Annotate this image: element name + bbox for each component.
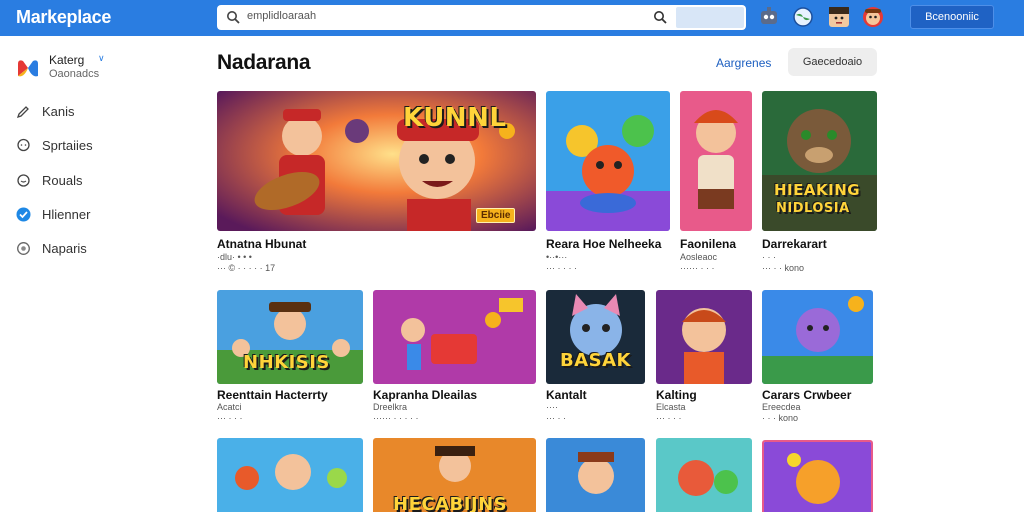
card-rating: ··· · · · [217,413,243,423]
card-title[interactable]: Kapranha Dleailas [373,388,477,402]
game-card[interactable]: HECABIJNS [373,438,536,512]
thumbnail-title-text: NHKISIS [243,352,330,373]
card-rating: ······ · · · · · [373,413,419,423]
card-meta: •··•··· [546,252,568,262]
chat-icon [17,138,30,152]
game-card[interactable]: Reara Hoe Nelheeka •··•··· ··· · · · · [546,91,670,273]
sign-in-button[interactable]: Bcenooniic [910,5,994,29]
game-thumbnail[interactable] [656,290,752,384]
robot-icon[interactable] [758,6,780,28]
card-title[interactable]: Reenttain Hacterrty [217,388,328,402]
search-suffix [676,7,744,28]
game-card[interactable]: Kapranha Dleailas Dreelkra ······ · · · … [373,290,536,424]
avatar-icon[interactable] [828,6,850,28]
game-card[interactable] [217,438,363,512]
sidebar-item-label: Rouals [42,173,83,188]
game-thumbnail[interactable] [656,438,752,512]
card-rating: ··· · · · [656,413,682,423]
card-title[interactable]: Kalting [656,388,697,402]
game-card[interactable] [656,438,752,512]
profile-subtitle: Oaonadcs [49,68,100,80]
globe-icon[interactable] [792,6,814,28]
game-thumbnail[interactable] [762,290,873,384]
game-thumbnail[interactable] [762,440,873,512]
search-icon [227,11,240,24]
card-rating: ··· © · · · · · 17 [217,263,276,273]
card-meta: Aosleaoc [680,252,718,262]
page-title: Nadarana [217,51,311,74]
card-meta: ·dlu· • • • [217,252,252,262]
game-thumbnail[interactable]: NHKISIS [217,290,363,384]
search-input[interactable]: emplidloaraah [247,10,316,22]
card-meta: Ereecdea [762,402,801,412]
search-box[interactable]: emplidloaraah [217,5,746,30]
game-card[interactable]: Faonilena Aosleaoc ······ · · · [680,91,752,273]
game-thumbnail[interactable]: BASAK [546,290,645,384]
search-submit-icon[interactable] [653,10,667,24]
game-thumbnail[interactable]: KUNNL Ebciie [217,91,536,231]
game-card[interactable]: HIEAKING NIDLOSIA Darrekarart · · · ··· … [762,91,877,273]
price-badge: Ebciie [476,208,516,223]
card-title[interactable]: Kantalt [546,388,587,402]
thumbnail-title-text: HIEAKING [774,181,861,199]
game-card[interactable]: Carars Crwbeer Ereecdea · · · kono [762,290,873,424]
card-meta: ···· [546,402,558,412]
check-circle-icon [16,207,31,222]
thumbnail-title-text: HECABIJNS [393,494,508,512]
sidebar-item-label: Hlienner [42,207,91,222]
card-title[interactable]: Atnatna Hbunat [217,237,306,251]
profile-name[interactable]: Katerg [49,53,84,67]
game-card[interactable]: Kalting Elcasta ··· · · · [656,290,752,424]
game-card[interactable] [546,438,645,512]
thumbnail-subtitle-text: NIDLOSIA [776,201,850,216]
card-rating: · · · kono [762,413,799,423]
top-bar: Markeplace emplidloaraah Bcenooniic [0,0,1024,36]
game-card[interactable]: KUNNL Ebciie Atnatna Hbunat ·dlu· • • • … [217,91,536,273]
sidebar-item-label: Sprtaiies [42,138,93,153]
game-thumbnail[interactable]: HECABIJNS [373,438,536,512]
card-meta: Elcasta [656,402,686,412]
game-thumbnail[interactable] [373,290,536,384]
card-title[interactable]: Reara Hoe Nelheeka [546,237,661,251]
mascot-icon[interactable] [862,6,884,28]
thumbnail-title-text: BASAK [560,350,631,371]
sidebar-item-label: Naparis [42,241,87,256]
message-icon [17,174,30,187]
card-meta: · · · [762,252,776,262]
card-rating: ··· · · kono [762,263,805,273]
chevron-down-icon[interactable]: ∨ [98,53,105,64]
thumbnail-title-text: KUNNL [403,103,507,133]
profile-logo-icon [18,60,38,77]
game-thumbnail[interactable] [217,438,363,512]
card-rating: ··· · · · · [546,263,577,273]
card-title[interactable]: Darrekarart [762,237,827,251]
filter-link[interactable]: Aargrenes [716,56,771,70]
card-title[interactable]: Carars Crwbeer [762,388,851,402]
sidebar-item-label: Kanis [42,104,75,119]
card-meta: Acatci [217,402,242,412]
card-title[interactable]: Faonilena [680,237,736,251]
pencil-icon [16,106,29,119]
card-rating: ······ · · · [680,263,715,273]
category-button[interactable]: Gaecedoaio [788,48,877,76]
game-card[interactable] [762,440,873,512]
brand-logo[interactable]: Markeplace [16,7,111,28]
card-meta: Dreelkra [373,402,408,412]
game-thumbnail[interactable] [546,438,645,512]
game-thumbnail[interactable]: HIEAKING NIDLOSIA [762,91,877,231]
card-rating: ··· · · [546,413,566,423]
game-card[interactable]: BASAK Kantalt ···· ··· · · [546,290,645,424]
game-thumbnail[interactable] [680,91,752,231]
game-thumbnail[interactable] [546,91,670,231]
radio-icon [17,242,30,255]
game-card[interactable]: NHKISIS Reenttain Hacterrty Acatci ··· ·… [217,290,363,424]
